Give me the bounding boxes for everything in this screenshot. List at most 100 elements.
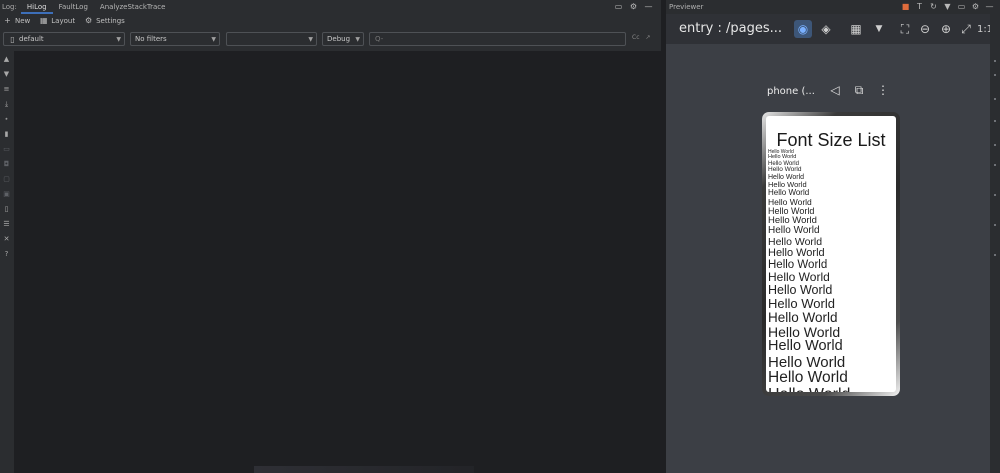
- previewer-title: Previewer: [669, 3, 704, 11]
- hello-list-item: Hello World: [768, 353, 846, 371]
- back-triangle-icon[interactable]: ◁: [828, 83, 842, 97]
- tab-faultlog[interactable]: FaultLog: [53, 0, 94, 14]
- grid-icon: ▦: [40, 16, 48, 25]
- strip-mark: [994, 194, 996, 196]
- hello-list-item: Hello World: [768, 386, 894, 392]
- new-button[interactable]: + New: [3, 16, 30, 25]
- chevron-down-icon: ▼: [211, 36, 216, 43]
- restart-icon[interactable]: ▣: [2, 190, 11, 199]
- scroll-to-end-icon[interactable]: ⤓: [2, 100, 11, 109]
- minimize-icon[interactable]: —: [985, 2, 994, 11]
- log-output-area[interactable]: [14, 51, 661, 473]
- minimize-icon[interactable]: —: [644, 2, 653, 11]
- refresh-icon[interactable]: ↻: [929, 2, 938, 11]
- trash-icon[interactable]: ▮: [2, 130, 11, 139]
- match-case-toggle[interactable]: Cc: [632, 34, 640, 41]
- gear-icon[interactable]: ⚙: [629, 2, 638, 11]
- preview-route-label: entry : /pages...: [679, 21, 783, 36]
- layout-button[interactable]: ▦ Layout: [39, 16, 75, 25]
- log-panel: Log: HiLog FaultLog AnalyzeStackTrace ▭ …: [0, 0, 661, 473]
- zoom-in-icon[interactable]: ⊕: [937, 20, 955, 38]
- phone-frame: Font Size List Hello World Hello World Hel…: [762, 112, 900, 396]
- regex-toggle[interactable]: ↗: [646, 34, 651, 41]
- scroll-down-icon[interactable]: ▼: [2, 70, 11, 79]
- font-size-icon[interactable]: T: [915, 2, 924, 11]
- filter-select-value: No filters: [135, 35, 167, 43]
- pause-icon[interactable]: ▭: [2, 145, 11, 154]
- filter-select[interactable]: No filters ▼: [130, 32, 220, 46]
- record-icon[interactable]: ▢: [2, 175, 11, 184]
- soft-wrap-icon[interactable]: ≡: [2, 85, 11, 94]
- hello-list-item: Hello World: [768, 338, 843, 355]
- restore-window-icon[interactable]: ▭: [614, 2, 623, 11]
- layout-label: Layout: [51, 16, 76, 25]
- search-options: Cc ↗: [632, 34, 651, 41]
- log-side-toolbar: ▲ ▼ ≡ ⤓ ⋆ ▮ ▭ ◘ ▢ ▣ ▯ ☰ ✕ ?: [0, 52, 13, 473]
- hello-list-item: Hello World: [768, 295, 835, 311]
- phone-screen[interactable]: Font Size List Hello World Hello World Hel…: [766, 116, 896, 392]
- close-icon[interactable]: ✕: [2, 235, 11, 244]
- hello-list-item: Hello World: [768, 225, 820, 237]
- tab-hilog[interactable]: HiLog: [20, 0, 53, 14]
- filter-row: ▯ default ▼ No filters ▼ ▼ Debug ▼ Cc ↗: [0, 32, 661, 47]
- settings-button[interactable]: ⚙ Settings: [84, 16, 125, 25]
- pin-icon[interactable]: ⋆: [2, 115, 11, 124]
- scroll-up-icon[interactable]: ▲: [2, 55, 11, 64]
- rotate-device-icon[interactable]: ⧉: [852, 83, 866, 97]
- settings-label: Settings: [96, 16, 125, 25]
- gear-icon: ⚙: [84, 16, 93, 25]
- fit-screen-icon[interactable]: ⤢: [957, 20, 975, 38]
- right-tool-strip: [990, 14, 1000, 473]
- hello-list-item: Hello World: [768, 166, 802, 174]
- device-bar: phone (... ◁ ⧉ ⋮: [767, 83, 907, 99]
- menu-icon[interactable]: ☰: [2, 220, 11, 229]
- log-search-box[interactable]: [369, 32, 626, 46]
- log-level-select[interactable]: Debug ▼: [322, 32, 364, 46]
- log-prefix-label: Log:: [2, 3, 17, 11]
- component-grid-icon[interactable]: ▦: [847, 20, 865, 38]
- editor-peek-strip: [14, 466, 661, 473]
- strip-mark: [994, 144, 996, 146]
- strip-mark: [994, 60, 996, 62]
- strip-mark: [994, 254, 996, 256]
- device-controls: ◁ ⧉ ⋮: [828, 83, 890, 98]
- plus-icon: +: [4, 16, 11, 25]
- help-icon[interactable]: ?: [2, 250, 11, 259]
- hello-list-item: Hello World: [768, 270, 830, 285]
- device-select[interactable]: ▯ default ▼: [3, 32, 125, 46]
- phone-icon: ▯: [10, 34, 15, 44]
- camera-icon[interactable]: ◘: [2, 160, 11, 169]
- phone-icon[interactable]: ▯: [2, 205, 11, 214]
- log-search-input[interactable]: [375, 35, 615, 43]
- hello-list-item: Hello World: [768, 369, 848, 387]
- chevron-down-icon: ▼: [116, 36, 121, 43]
- chevron-down-icon: ▼: [308, 36, 313, 43]
- inspector-toggle-icon[interactable]: ◉: [794, 20, 812, 38]
- log-toolbar: + New ▦ Layout ⚙ Settings: [0, 14, 661, 27]
- strip-mark: [994, 98, 996, 100]
- hello-list-item: Hello World: [768, 309, 838, 325]
- new-label: New: [15, 16, 31, 25]
- zoom-out-icon[interactable]: ⊖: [916, 20, 934, 38]
- previewer-panel: Previewer ■ T ↻ ▼ ▭ ⚙ — entry : /pages..…: [666, 0, 1000, 473]
- gear-icon[interactable]: ⚙: [971, 2, 980, 11]
- chevron-down-icon[interactable]: ▼: [870, 20, 888, 38]
- filter-icon[interactable]: ▼: [943, 2, 952, 11]
- stop-icon[interactable]: ■: [901, 2, 910, 11]
- screen-title: Font Size List: [776, 130, 886, 150]
- restore-window-icon[interactable]: ▭: [957, 2, 966, 11]
- layers-icon[interactable]: ◈: [817, 20, 835, 38]
- strip-mark: [994, 164, 996, 166]
- hello-list-item: Hello World: [768, 235, 823, 248]
- previewer-header: Previewer ■ T ↻ ▼ ▭ ⚙ —: [666, 0, 1000, 14]
- log-tab-bar: Log: HiLog FaultLog AnalyzeStackTrace ▭ …: [0, 0, 661, 14]
- hello-list-item: Hello World: [768, 246, 825, 259]
- log-tab-actions: ▭ ⚙ —: [614, 2, 653, 11]
- tab-analyzestacktrace[interactable]: AnalyzeStackTrace: [94, 0, 172, 14]
- hello-list-item: Hello World: [768, 323, 841, 340]
- strip-mark: [994, 74, 996, 76]
- hello-list-item: Hello World: [768, 282, 833, 297]
- crop-icon[interactable]: ⛶: [896, 20, 914, 38]
- process-select[interactable]: ▼: [226, 32, 317, 46]
- more-vertical-icon[interactable]: ⋮: [876, 83, 890, 97]
